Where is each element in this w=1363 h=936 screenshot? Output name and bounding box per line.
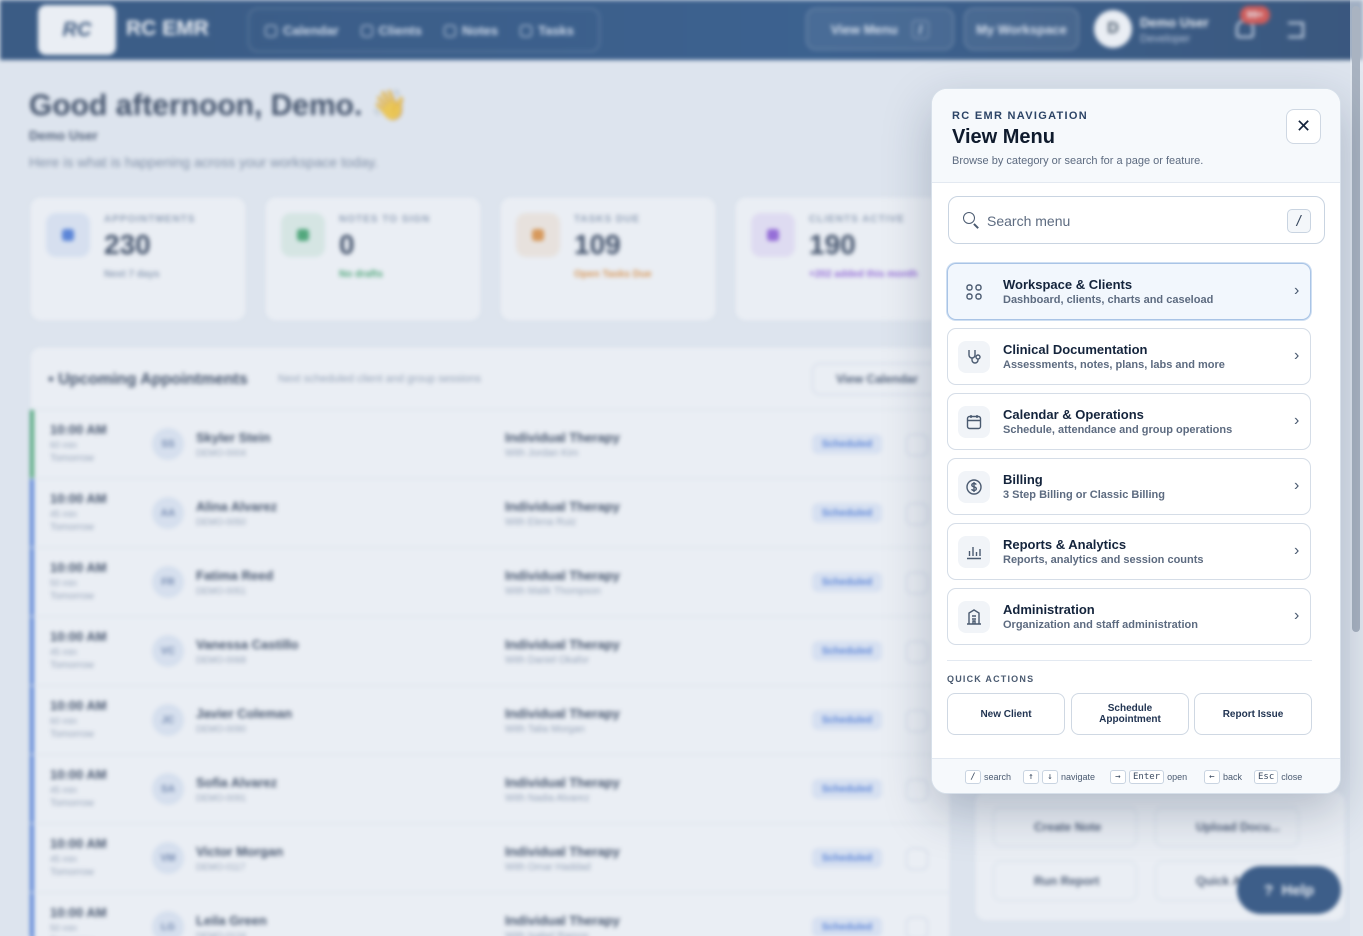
category-workspace-clients[interactable]: Workspace & Clients Dashboard, clients, …: [947, 263, 1311, 320]
chevron-right-icon: ›: [1294, 607, 1300, 624]
quick-actions-label: QUICK ACTIONS: [947, 674, 1035, 684]
building-icon: [958, 601, 990, 633]
category-title: Administration: [1003, 602, 1095, 617]
category-title: Workspace & Clients: [1003, 277, 1133, 292]
close-icon: ✕: [1295, 116, 1312, 136]
view-menu-dialog: RC EMR NAVIGATION View Menu Browse by ca…: [931, 88, 1341, 794]
category-title: Clinical Documentation: [1003, 342, 1148, 357]
new-client-button[interactable]: New Client: [947, 693, 1065, 735]
bar-chart-icon: [958, 536, 990, 568]
dialog-kicker: RC EMR NAVIGATION: [952, 110, 1088, 122]
category-description: Dashboard, clients, charts and caseload: [1003, 294, 1214, 306]
category-administration[interactable]: Administration Organization and staff ad…: [947, 588, 1311, 645]
category-title: Billing: [1003, 472, 1043, 487]
search-input[interactable]: [987, 209, 1277, 233]
chevron-right-icon: ›: [1294, 477, 1300, 494]
search-shortcut-key: /: [1287, 209, 1311, 233]
hint-back: ← back: [1204, 770, 1242, 784]
keyboard-hints-bar: / search ↑ ↓ navigate → Enter open ← back Esc c…: [932, 758, 1340, 793]
chevron-right-icon: ›: [1294, 412, 1300, 429]
hint-open: → Enter open: [1110, 770, 1187, 784]
report-issue-button[interactable]: Report Issue: [1194, 693, 1312, 735]
dialog-title: View Menu: [952, 126, 1055, 148]
grid-icon: [958, 276, 990, 308]
hint-close: Esc close: [1254, 770, 1302, 784]
category-description: Schedule, attendance and group operation…: [1003, 424, 1233, 436]
calendar-icon: [958, 406, 990, 438]
category-description: 3 Step Billing or Classic Billing: [1003, 489, 1165, 501]
category-clinical-documentation[interactable]: Clinical Documentation Assessments, note…: [947, 328, 1311, 385]
category-reports-analytics[interactable]: Reports & Analytics Reports, analytics a…: [947, 523, 1311, 580]
close-button[interactable]: ✕: [1286, 109, 1321, 144]
category-description: Organization and staff administration: [1003, 619, 1198, 631]
scrollbar-thumb[interactable]: [1352, 6, 1360, 632]
chevron-right-icon: ›: [1294, 542, 1300, 559]
chevron-right-icon: ›: [1294, 347, 1300, 364]
search-icon: [963, 212, 975, 224]
category-description: Assessments, notes, plans, labs and more: [1003, 359, 1225, 371]
hint-navigate: ↑ ↓ navigate: [1023, 770, 1095, 784]
category-billing[interactable]: Billing 3 Step Billing or Classic Billin…: [947, 458, 1311, 515]
category-title: Reports & Analytics: [1003, 537, 1127, 552]
dialog-header: RC EMR NAVIGATION View Menu Browse by ca…: [932, 89, 1340, 183]
category-calendar-operations[interactable]: Calendar & Operations Schedule, attendan…: [947, 393, 1311, 450]
menu-search-box[interactable]: /: [948, 196, 1325, 244]
hint-search: / search: [965, 770, 1011, 784]
category-title: Calendar & Operations: [1003, 407, 1144, 422]
dollar-icon: [958, 471, 990, 503]
divider: [947, 660, 1312, 661]
schedule-appointment-button[interactable]: Schedule Appointment: [1071, 693, 1189, 735]
stethoscope-icon: [958, 341, 990, 373]
dialog-description: Browse by category or search for a page …: [952, 155, 1204, 167]
chevron-right-icon: ›: [1294, 282, 1300, 299]
category-description: Reports, analytics and session counts: [1003, 554, 1204, 566]
